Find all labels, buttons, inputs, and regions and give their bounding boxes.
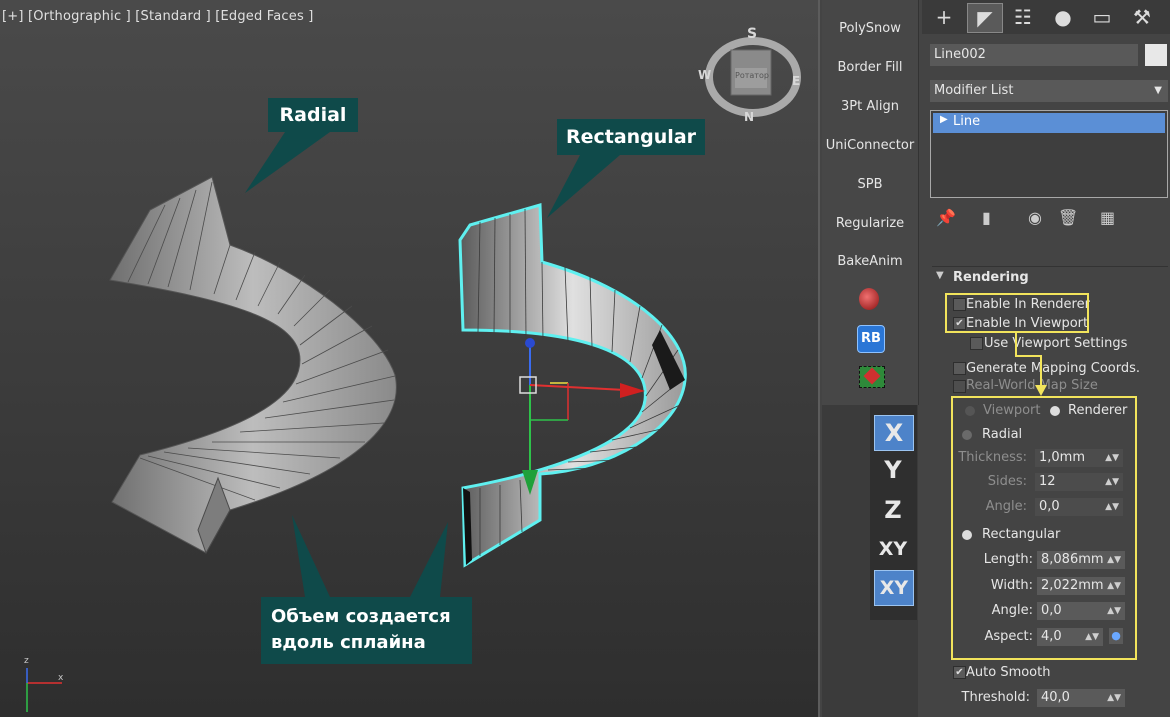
callout-note-pointer-right xyxy=(410,522,448,597)
show-end-result-icon[interactable]: ▮ xyxy=(982,208,991,227)
callout-note-pointer-left xyxy=(292,515,330,597)
object-name-field[interactable]: Line002 xyxy=(930,44,1138,66)
highlight-connector-arrow xyxy=(1015,333,1047,396)
script-green-icon[interactable] xyxy=(859,366,885,388)
make-unique-icon[interactable]: ◉ xyxy=(1028,208,1042,227)
diamond-icon xyxy=(863,367,881,385)
radial-ribbon-object xyxy=(109,176,397,555)
rectangular-ribbon-object xyxy=(458,203,687,568)
viewport[interactable]: [+] [Orthographic ] [Standard ] [Edged F… xyxy=(0,0,820,717)
axis-z-button[interactable]: Z xyxy=(874,493,912,527)
stack-item-label: Line xyxy=(953,114,981,129)
viewcube-north[interactable]: N xyxy=(744,110,754,124)
threshold-value: 40,0 xyxy=(1041,690,1070,705)
configure-modifier-sets-icon[interactable]: ▦ xyxy=(1100,208,1115,227)
viewcube-east[interactable]: E xyxy=(792,74,800,88)
callout-rectangular: Rectangular xyxy=(557,119,705,155)
object-color-swatch[interactable] xyxy=(1145,44,1167,66)
axis-xy-button[interactable]: XY xyxy=(874,532,912,566)
callout-note: Объем создается вдоль сплайна xyxy=(261,597,472,664)
uniconnector-button[interactable]: UniConnector xyxy=(822,135,918,157)
renderer-settings-highlight xyxy=(951,396,1137,660)
auto-smooth-checkbox[interactable]: ✔ xyxy=(953,666,966,679)
regularize-button[interactable]: Regularize xyxy=(822,213,918,235)
use-viewport-settings-checkbox[interactable] xyxy=(970,337,983,350)
axis-tripod xyxy=(26,668,62,712)
remove-modifier-icon[interactable]: 🗑 xyxy=(1058,208,1078,227)
chevron-down-icon: ▼ xyxy=(1154,85,1162,96)
viewcube-west[interactable]: W xyxy=(698,68,711,82)
collapse-arrow-icon[interactable]: ▼ xyxy=(936,270,944,281)
use-viewport-settings-label[interactable]: Use Viewport Settings xyxy=(984,336,1127,351)
enable-options-highlight xyxy=(945,293,1089,333)
motion-tab-icon[interactable]: ● xyxy=(1046,3,1080,31)
rendering-rollout-title[interactable]: Rendering xyxy=(953,270,1029,285)
tripod-z-label: z xyxy=(24,656,29,666)
utilities-tab-icon[interactable]: ⚒ xyxy=(1125,3,1159,31)
modifier-list-label: Modifier List xyxy=(934,83,1014,98)
spinner-arrows-icon[interactable]: ▲▼ xyxy=(1107,689,1121,707)
generate-mapping-checkbox[interactable] xyxy=(953,362,966,375)
callout-note-line2: вдоль сплайна xyxy=(271,632,426,653)
3pt-align-button[interactable]: 3Pt Align xyxy=(822,96,918,118)
bakeanim-button[interactable]: BakeAnim xyxy=(822,251,918,273)
callout-rect-pointer xyxy=(547,155,620,218)
stack-item-line[interactable]: ▶ Line xyxy=(933,113,1165,133)
polysnow-button[interactable]: PolySnow xyxy=(822,18,918,40)
tripod-x-label: x xyxy=(58,673,64,683)
script-red-icon[interactable] xyxy=(859,288,879,310)
axis-y-button[interactable]: Y xyxy=(874,453,912,487)
callout-radial: Radial xyxy=(268,98,358,132)
viewcube-south[interactable]: S xyxy=(747,26,757,42)
display-tab-icon[interactable]: ▭ xyxy=(1085,3,1119,31)
callout-radial-pointer xyxy=(245,132,330,193)
threshold-spinner[interactable]: 40,0 ▲▼ xyxy=(1037,689,1125,707)
divider xyxy=(932,266,1168,267)
command-panel-tabs: + ◤ ☷ ● ▭ ⚒ xyxy=(922,0,1170,34)
border-fill-button[interactable]: Border Fill xyxy=(822,57,918,79)
script-toolbar: PolySnow Border Fill 3Pt Align UniConnec… xyxy=(822,0,919,405)
viewcube-face-label[interactable]: Ротатор xyxy=(735,71,769,80)
create-tab-icon[interactable]: + xyxy=(927,3,961,31)
callout-note-line1: Объем создается xyxy=(271,606,451,627)
generate-mapping-label[interactable]: Generate Mapping Coords. xyxy=(966,361,1140,376)
modifier-list-dropdown[interactable]: Modifier List ▼ xyxy=(930,80,1168,102)
hierarchy-tab-icon[interactable]: ☷ xyxy=(1006,3,1040,31)
axis-plane-cycle-button[interactable]: XY xyxy=(874,570,914,606)
auto-smooth-label[interactable]: Auto Smooth xyxy=(966,665,1050,680)
expand-arrow-icon[interactable]: ▶ xyxy=(940,114,948,125)
threshold-label: Threshold: xyxy=(961,690,1030,705)
spb-button[interactable]: SPB xyxy=(822,174,918,196)
real-world-map-size-checkbox[interactable] xyxy=(953,380,966,393)
modify-tab-icon[interactable]: ◤ xyxy=(967,3,1003,33)
modifier-stack[interactable]: ▶ Line xyxy=(930,110,1168,198)
pin-stack-icon[interactable]: 📌 xyxy=(936,208,956,227)
rb-button[interactable]: RB xyxy=(857,325,885,353)
axis-x-button[interactable]: X xyxy=(874,415,914,451)
stack-toolbar: 📌 ▮ ◉ 🗑 ▦ xyxy=(936,208,1141,230)
